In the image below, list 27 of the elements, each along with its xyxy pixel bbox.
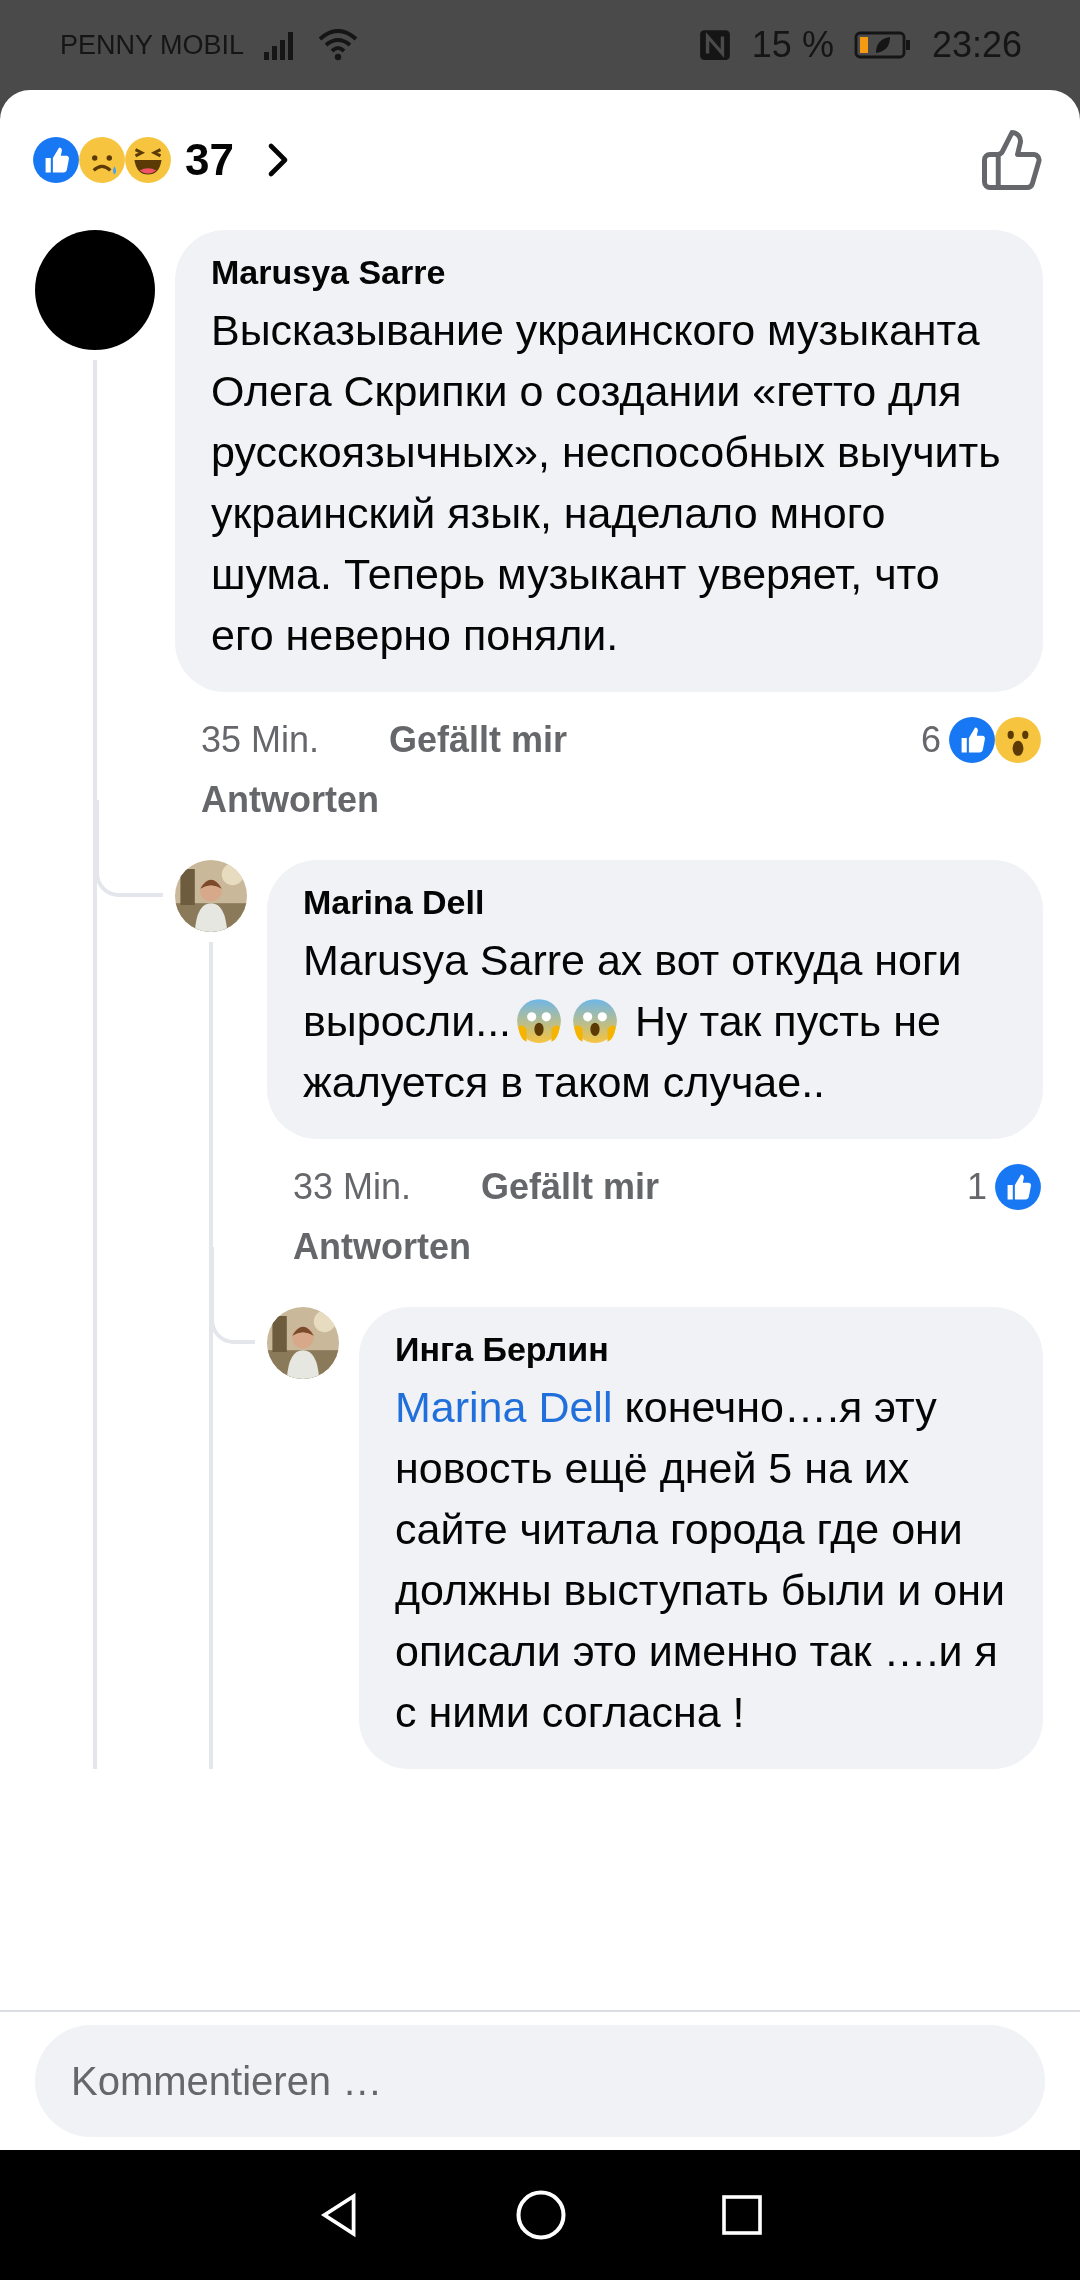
like-reaction-icon: [993, 1162, 1043, 1212]
wow-reaction-icon: [993, 715, 1043, 765]
nfc-icon: [697, 28, 732, 62]
like-reaction-icon: [31, 135, 81, 185]
haha-reaction-icon: [123, 135, 173, 185]
reaction-count: 6: [920, 719, 941, 761]
sad-reaction-icon: [77, 135, 127, 185]
comment-time: 33 Min.: [293, 1166, 412, 1208]
comment-author: Marusya Sarre: [211, 252, 447, 293]
comment-text: Высказывание украинского музыканта Олега Скрипки о создании «гетто для русскоязычных», неспособных выучить украинский язык, наделало много шума. Теперь музыкант уверяет, что его неверно поняли.: [211, 305, 1002, 661]
mention-link[interactable]: Marina Dell: [395, 1383, 613, 1431]
like-link[interactable]: Gefällt mir: [389, 719, 568, 761]
reaction-total: 37: [185, 135, 234, 185]
reply-link[interactable]: Antworten: [293, 1226, 471, 1268]
reaction-count: 1: [966, 1166, 987, 1208]
like-reaction-icon: [947, 715, 997, 765]
home-icon[interactable]: [514, 2188, 568, 2242]
comment-text: Marina Dell конечно….я эту новость ещё дней 5 на их сайте читала города где они должны выступать были и они описали это именно так ….и я с ними согласна !: [395, 1382, 1006, 1738]
reply-link[interactable]: Antworten: [201, 779, 379, 821]
like-link[interactable]: Gefällt mir: [481, 1166, 660, 1208]
comment-author: Инга Берлин: [395, 1329, 610, 1370]
comment-input[interactable]: Kommentieren …: [35, 2025, 1045, 2137]
wifi-icon: [318, 29, 359, 61]
comment-text: Marusya Sarre ах вот откуда ноги выросли... Ну так пусть не жалуется в таком случае..: [303, 935, 963, 1108]
comment-time: 35 Min.: [201, 719, 320, 761]
comment-author: Marina Dell: [303, 882, 486, 923]
battery-icon: [853, 31, 912, 59]
